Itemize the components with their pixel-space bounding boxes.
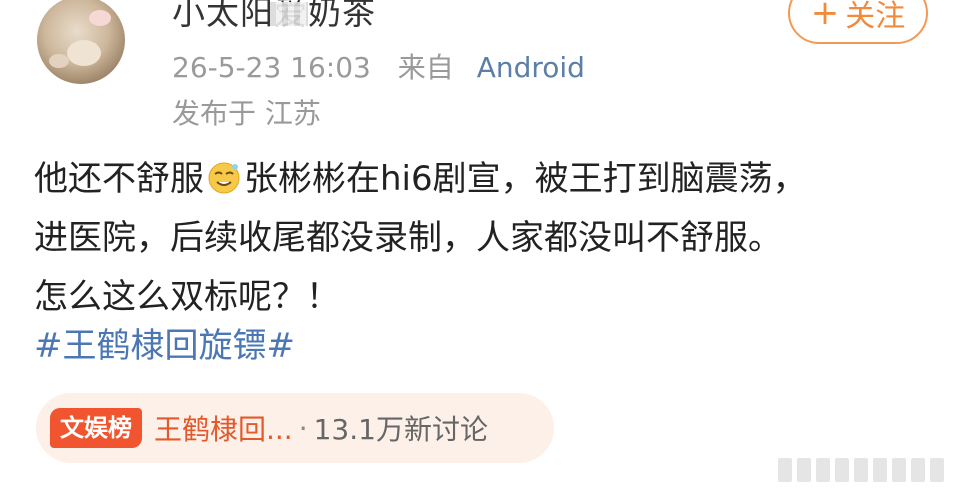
watermark-redaction (778, 458, 944, 482)
topic-name: 王鹤棣回... (154, 413, 293, 446)
avatar-sleeve (49, 54, 69, 68)
plus-icon: + (810, 0, 840, 33)
topic-separator: · (298, 411, 308, 445)
follow-button[interactable]: + 关注 (788, 0, 928, 44)
topic-discussion-count: 13.1万新讨论 (313, 413, 488, 446)
trending-topic-pill[interactable]: 文娱榜 王鹤棣回... · 13.1万新讨论 (36, 393, 554, 463)
source-label: 来自 (397, 51, 454, 84)
avatar-petal (89, 10, 111, 26)
post-line-1: 他还不舒服 张彬彬在hi6剧宣，被王打到脑震荡， (34, 150, 934, 209)
post-text: 他还不舒服 张彬彬在hi6剧宣，被王打到脑震荡， 进医院，后续收尾都没录制，人家… (34, 150, 934, 327)
post-line-2: 进医院，后续收尾都没录制，人家都没叫不舒服。 (34, 218, 782, 258)
post-text-segment: 他还不舒服 (34, 159, 204, 199)
avatar-hand (67, 40, 101, 66)
post-location: 发布于 江苏 (172, 97, 321, 130)
follow-button-label: 关注 (845, 0, 906, 34)
username-redaction (270, 2, 308, 26)
post-meta: 26-5-23 16:03 来自 Android (172, 46, 585, 86)
post-text-segment: 张彬彬在hi6剧宣，被王打到脑震荡， (244, 159, 807, 199)
topic-rank-badge: 文娱榜 (50, 408, 142, 448)
weibo-post-card: 小太阳爱奶茶 26-5-23 16:03 来自 Android 发布于 江苏 +… (0, 0, 960, 492)
hashtag-link[interactable]: #王鹤棣回旋镖# (34, 318, 295, 367)
smirk-emoji-icon (208, 162, 240, 194)
avatar[interactable] (37, 0, 125, 84)
post-timestamp: 26-5-23 16:03 (172, 51, 371, 84)
source-device-link[interactable]: Android (477, 51, 585, 84)
